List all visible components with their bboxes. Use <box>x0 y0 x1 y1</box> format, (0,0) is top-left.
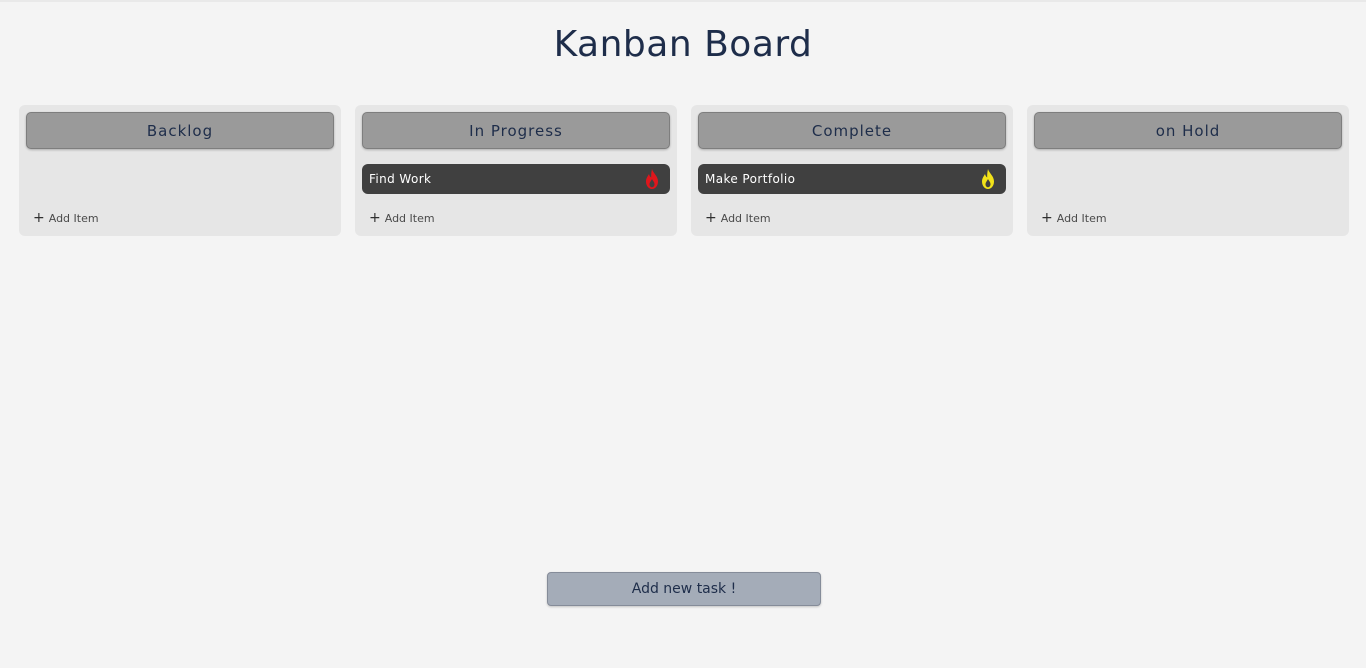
kanban-page: Kanban Board Backlog + Add Item In Progr… <box>0 0 1366 668</box>
add-item-label: Add Item <box>384 211 435 225</box>
add-new-task-button[interactable]: Add new task ! <box>547 572 821 606</box>
add-item-button-backlog[interactable]: + Add Item <box>26 208 334 228</box>
plus-icon: + <box>369 210 381 226</box>
plus-icon: + <box>1041 210 1053 226</box>
plus-icon: + <box>705 210 717 226</box>
column-items-on-hold <box>1034 149 1342 208</box>
kanban-board: Backlog + Add Item In Progress Find Work <box>19 105 1349 236</box>
flame-icon <box>982 169 994 189</box>
column-in-progress: In Progress Find Work + Add Item <box>355 105 677 236</box>
task-card[interactable]: Make Portfolio <box>698 164 1006 194</box>
flame-icon <box>646 169 658 189</box>
page-title: Kanban Board <box>553 24 813 65</box>
task-card[interactable]: Find Work <box>362 164 670 194</box>
add-item-button-in-progress[interactable]: + Add Item <box>362 208 670 228</box>
task-card-label: Find Work <box>369 172 432 186</box>
add-item-button-complete[interactable]: + Add Item <box>698 208 1006 228</box>
column-items-in-progress: Find Work <box>362 149 670 208</box>
column-items-complete: Make Portfolio <box>698 149 1006 208</box>
add-item-label: Add Item <box>720 211 771 225</box>
column-header-in-progress[interactable]: In Progress <box>362 112 670 149</box>
add-item-label: Add Item <box>48 211 99 225</box>
add-item-label: Add Item <box>1056 211 1107 225</box>
column-backlog: Backlog + Add Item <box>19 105 341 236</box>
plus-icon: + <box>33 210 45 226</box>
task-card-label: Make Portfolio <box>705 172 796 186</box>
column-on-hold: on Hold + Add Item <box>1027 105 1349 236</box>
column-header-on-hold[interactable]: on Hold <box>1034 112 1342 149</box>
add-item-button-on-hold[interactable]: + Add Item <box>1034 208 1342 228</box>
column-header-backlog[interactable]: Backlog <box>26 112 334 149</box>
column-items-backlog <box>26 149 334 208</box>
column-complete: Complete Make Portfolio + Add Item <box>691 105 1013 236</box>
column-header-complete[interactable]: Complete <box>698 112 1006 149</box>
